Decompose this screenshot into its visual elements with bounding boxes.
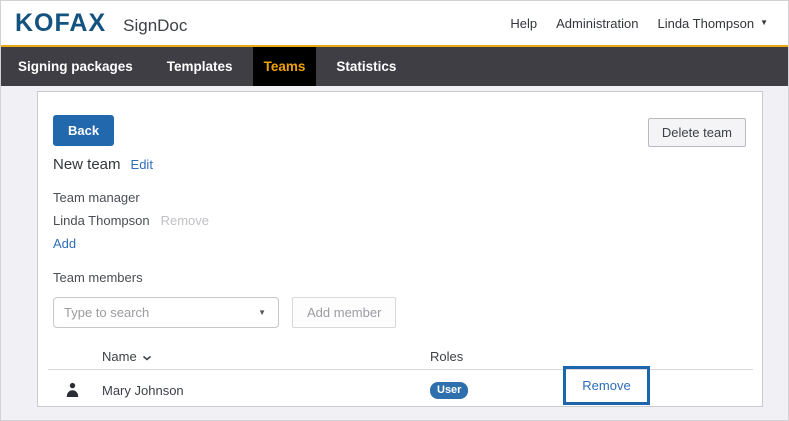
- sort-descending-icon: [142, 354, 152, 362]
- team-manager-name: Linda Thompson: [53, 213, 150, 228]
- member-search-input[interactable]: [64, 305, 244, 320]
- content-area: Back Delete team New team Edit Team mana…: [1, 86, 788, 421]
- product-name: SignDoc: [123, 16, 187, 36]
- person-icon: [65, 382, 102, 398]
- team-manager-row: Linda Thompson Remove: [53, 213, 747, 228]
- members-table: Name Roles Mary Johnson User: [48, 344, 753, 410]
- add-manager-link[interactable]: Add: [53, 236, 76, 251]
- team-manager-label: Team manager: [53, 190, 747, 205]
- user-name: Linda Thompson: [657, 16, 754, 31]
- user-menu[interactable]: Linda Thompson ▼: [657, 16, 768, 31]
- team-name-row: New team Edit: [53, 156, 747, 173]
- name-column-label: Name: [102, 349, 137, 364]
- help-link[interactable]: Help: [510, 16, 537, 31]
- edit-team-name-link[interactable]: Edit: [131, 157, 153, 172]
- administration-link[interactable]: Administration: [556, 16, 638, 31]
- remove-member-link[interactable]: Remove: [582, 378, 630, 393]
- action-cell: Remove: [550, 376, 753, 405]
- main-nav: Signing packages Templates Teams Statist…: [1, 45, 788, 86]
- combobox-caret-icon[interactable]: ▼: [258, 308, 266, 317]
- nav-item-teams[interactable]: Teams: [253, 47, 317, 86]
- chevron-down-icon: ▼: [760, 16, 768, 30]
- column-header-roles: Roles: [430, 349, 550, 364]
- remove-manager-link-disabled: Remove: [161, 213, 209, 228]
- team-detail-card: Back Delete team New team Edit Team mana…: [37, 91, 763, 407]
- add-manager-row: Add: [53, 235, 747, 253]
- roles-cell: User: [430, 381, 550, 399]
- nav-item-statistics[interactable]: Statistics: [322, 47, 410, 86]
- delete-team-button[interactable]: Delete team: [648, 118, 746, 147]
- remove-member-highlight-box: Remove: [563, 366, 650, 405]
- team-members-label: Team members: [53, 270, 747, 285]
- member-search-row: ▼ Add member: [53, 297, 747, 328]
- table-row: Mary Johnson User Remove: [48, 370, 753, 410]
- role-badge: User: [430, 382, 468, 399]
- back-button[interactable]: Back: [53, 115, 114, 146]
- add-member-button[interactable]: Add member: [292, 297, 396, 328]
- member-name: Mary Johnson: [102, 383, 430, 398]
- nav-item-signing-packages[interactable]: Signing packages: [4, 47, 147, 86]
- brand: KOFAX SignDoc: [15, 9, 187, 38]
- nav-item-templates[interactable]: Templates: [153, 47, 247, 86]
- header-links: Help Administration Linda Thompson ▼: [510, 16, 774, 31]
- column-header-name[interactable]: Name: [102, 349, 430, 364]
- member-search-combobox[interactable]: ▼: [53, 297, 279, 328]
- kofax-logo: KOFAX: [15, 9, 106, 38]
- top-header: KOFAX SignDoc Help Administration Linda …: [1, 1, 788, 45]
- app-window: KOFAX SignDoc Help Administration Linda …: [0, 0, 789, 421]
- team-name: New team: [53, 156, 121, 173]
